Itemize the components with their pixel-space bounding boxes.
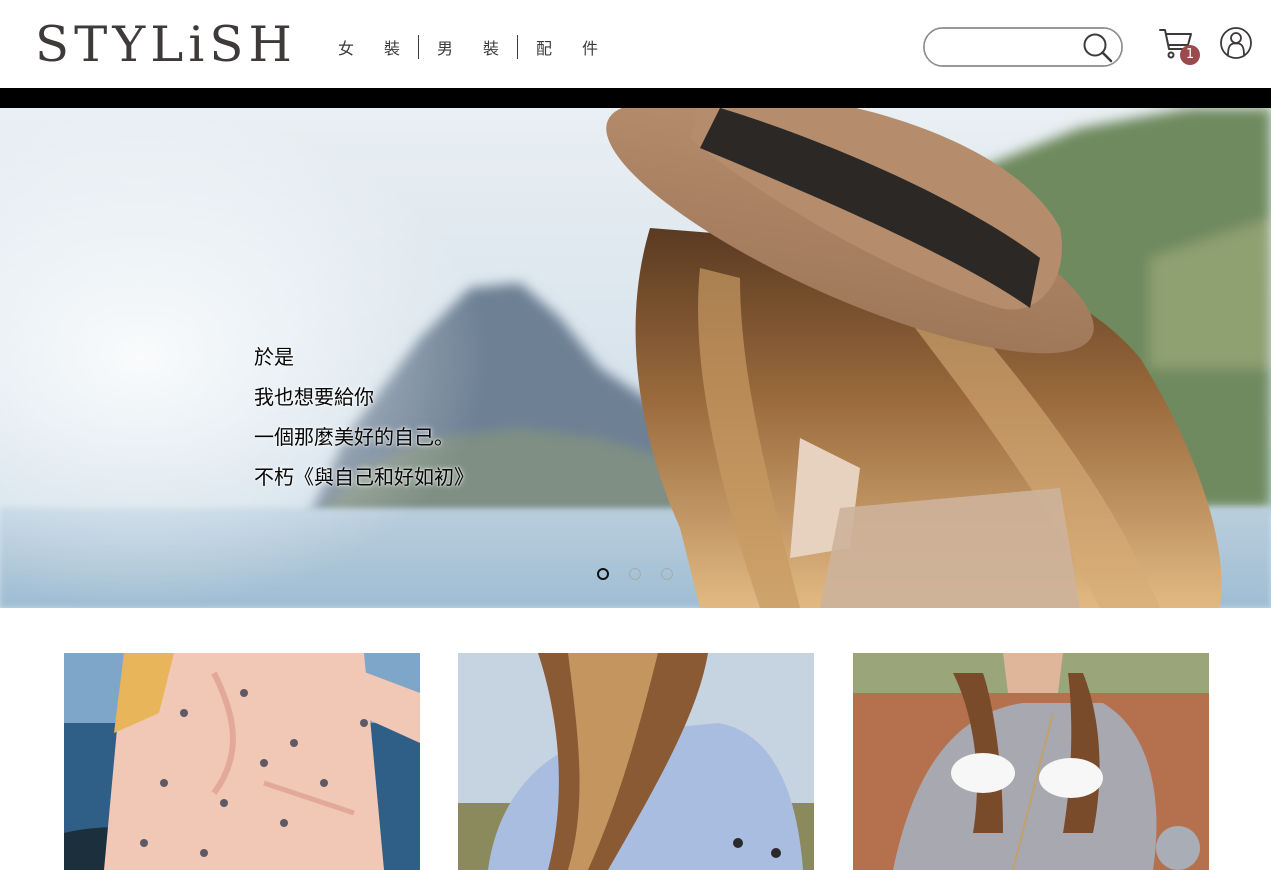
stylish-logo[interactable]: STYLiSH <box>35 20 297 68</box>
carousel-dots <box>597 568 673 580</box>
hero-story-line: 一個那麼美好的自己。 <box>254 425 454 449</box>
hero-story-line: 我也想要給你 <box>254 385 374 409</box>
product-image <box>64 653 420 870</box>
category-nav: 女裝 男裝 配件 <box>320 34 628 59</box>
hero-story-line: 於是 <box>254 345 294 369</box>
cart-count-badge: 1 <box>1180 45 1200 65</box>
product-image <box>853 653 1209 870</box>
carousel-dot-1[interactable] <box>597 568 609 580</box>
hero-image <box>0 108 1271 608</box>
carousel-dot-3[interactable] <box>661 568 673 580</box>
cart-button[interactable]: 1 <box>1158 25 1200 67</box>
search-box <box>923 27 1123 67</box>
search-input[interactable] <box>938 34 1078 60</box>
carousel-dot-2[interactable] <box>629 568 641 580</box>
product-card[interactable] <box>64 653 420 870</box>
hero-story: 於是 我也想要給你 一個那麼美好的自己。 不朽《與自己和好如初》 <box>254 337 474 497</box>
nav-divider <box>517 34 519 59</box>
nav-item-women[interactable]: 女裝 <box>320 35 430 59</box>
member-button[interactable] <box>1219 26 1253 60</box>
site-header: STYLiSH 女裝 男裝 配件 1 <box>0 0 1271 88</box>
member-icon <box>1219 27 1253 64</box>
product-image <box>458 653 814 870</box>
product-card[interactable] <box>853 653 1209 870</box>
nav-item-accessories[interactable]: 配件 <box>536 35 628 59</box>
svg-text:STYLiSH: STYLiSH <box>35 20 297 68</box>
product-list <box>0 653 1271 870</box>
product-card[interactable] <box>458 653 814 870</box>
header-divider-bar <box>0 88 1271 108</box>
nav-item-men[interactable]: 男裝 <box>437 35 529 59</box>
hero-carousel[interactable]: 於是 我也想要給你 一個那麼美好的自己。 不朽《與自己和好如初》 <box>0 108 1271 608</box>
hero-story-line: 不朽《與自己和好如初》 <box>254 465 474 489</box>
search-icon[interactable] <box>1082 32 1114 64</box>
nav-divider <box>418 34 420 59</box>
